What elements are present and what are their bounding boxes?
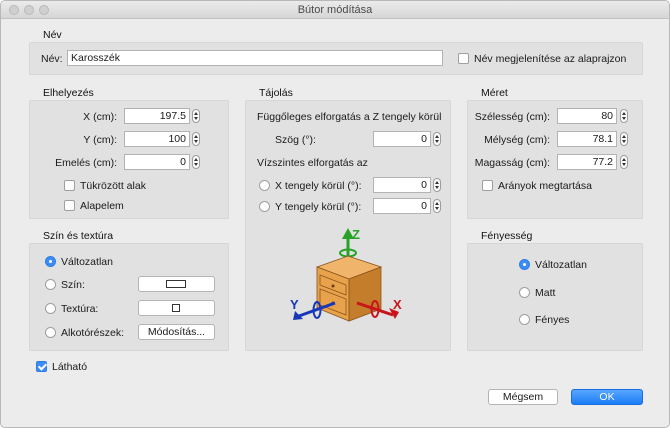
color-unchanged-label: Változatlan [61, 256, 113, 268]
color-texture-section-title: Szín és textúra [43, 230, 114, 242]
keep-proportions-checkbox[interactable] [482, 180, 493, 191]
horizontal-rotation-title: Vízszintes elforgatás az [257, 157, 368, 169]
height-label: Magasság (cm): [474, 157, 550, 169]
shiny-label: Fényes [535, 314, 570, 326]
depth-input[interactable]: 78.1 [557, 131, 617, 147]
color-swatch-icon [166, 280, 186, 288]
texture-button[interactable] [138, 300, 215, 316]
width-label: Szélesség (cm): [474, 111, 550, 123]
depth-label: Mélység (cm): [484, 134, 550, 146]
angle-label: Szög (°): [275, 134, 316, 146]
ok-button[interactable]: OK [571, 389, 643, 405]
y-stepper[interactable] [192, 132, 200, 146]
height-input[interactable]: 77.2 [557, 154, 617, 170]
parts-label: Alkotórészek: [61, 327, 125, 339]
size-section-title: Méret [481, 87, 508, 99]
y-axis-stepper[interactable] [433, 199, 441, 213]
color-unchanged-radio[interactable] [45, 256, 56, 267]
shiny-radio[interactable] [519, 314, 530, 325]
y-axis-input[interactable]: 0 [373, 198, 431, 214]
y-axis-label: Y [290, 297, 299, 312]
elevation-stepper[interactable] [192, 155, 200, 169]
vertical-rotation-title: Függőleges elforgatás a Z tengely körül [257, 111, 442, 123]
color-radio[interactable] [45, 279, 56, 290]
cancel-button[interactable]: Mégsem [488, 389, 558, 405]
x-axis-radio[interactable] [259, 180, 270, 191]
width-input[interactable]: 80 [557, 108, 617, 124]
show-name-label: Név megjelenítése az alaprajzon [474, 53, 627, 65]
x-stepper[interactable] [192, 109, 200, 123]
width-stepper[interactable] [620, 109, 628, 123]
window-title: Bútor módítása [297, 4, 373, 16]
base-element-label: Alapelem [80, 200, 124, 212]
texture-swatch-icon [172, 304, 180, 312]
mirror-checkbox[interactable] [64, 180, 75, 191]
z-axis-label: Z [352, 227, 360, 242]
x-input[interactable]: 197.5 [124, 108, 190, 124]
name-label: Név: [41, 53, 63, 65]
dialog-window: Bútor módítása Név Név: Karosszék Név me… [0, 0, 670, 428]
x-label: X (cm): [83, 111, 117, 123]
y-label: Y (cm): [83, 134, 117, 146]
orientation-preview[interactable]: Z X Y [285, 223, 415, 333]
x-axis-label: X tengely körül (°): [275, 180, 362, 192]
y-axis-label: Y tengely körül (°): [275, 201, 362, 213]
height-stepper[interactable] [620, 155, 628, 169]
placement-section-title: Elhelyezés [43, 87, 94, 99]
x-axis-input[interactable]: 0 [373, 177, 431, 193]
x-axis-stepper[interactable] [433, 178, 441, 192]
orientation-section-title: Tájolás [259, 87, 293, 99]
y-axis-radio[interactable] [259, 201, 270, 212]
depth-stepper[interactable] [620, 132, 628, 146]
angle-stepper[interactable] [433, 132, 441, 146]
drawer-knob-top [331, 284, 335, 288]
color-button[interactable] [138, 276, 215, 292]
color-label: Szín: [61, 279, 85, 291]
brightness-unchanged-label: Változatlan [535, 259, 587, 271]
elevation-input[interactable]: 0 [124, 154, 190, 170]
visible-checkbox[interactable] [36, 361, 47, 372]
texture-radio[interactable] [45, 303, 56, 314]
name-input[interactable]: Karosszék [67, 50, 443, 66]
matt-label: Matt [535, 287, 556, 299]
angle-input[interactable]: 0 [373, 131, 431, 147]
modify-parts-button[interactable]: Módosítás... [138, 324, 215, 340]
base-element-checkbox[interactable] [64, 200, 75, 211]
brightness-section-title: Fényesség [481, 230, 533, 242]
show-name-checkbox[interactable] [458, 53, 469, 64]
keep-proportions-label: Arányok megtartása [498, 180, 592, 192]
matt-radio[interactable] [519, 287, 530, 298]
visible-label: Látható [52, 361, 88, 373]
texture-label: Textúra: [61, 303, 99, 315]
y-input[interactable]: 100 [124, 131, 190, 147]
elevation-label: Emelés (cm): [55, 157, 117, 169]
brightness-unchanged-radio[interactable] [519, 259, 530, 270]
parts-radio[interactable] [45, 327, 56, 338]
mirror-label: Tükrözött alak [80, 180, 146, 192]
name-section-title: Név [43, 29, 62, 41]
x-axis-label: X [393, 297, 402, 312]
title-bar: Bútor módítása [1, 1, 669, 19]
